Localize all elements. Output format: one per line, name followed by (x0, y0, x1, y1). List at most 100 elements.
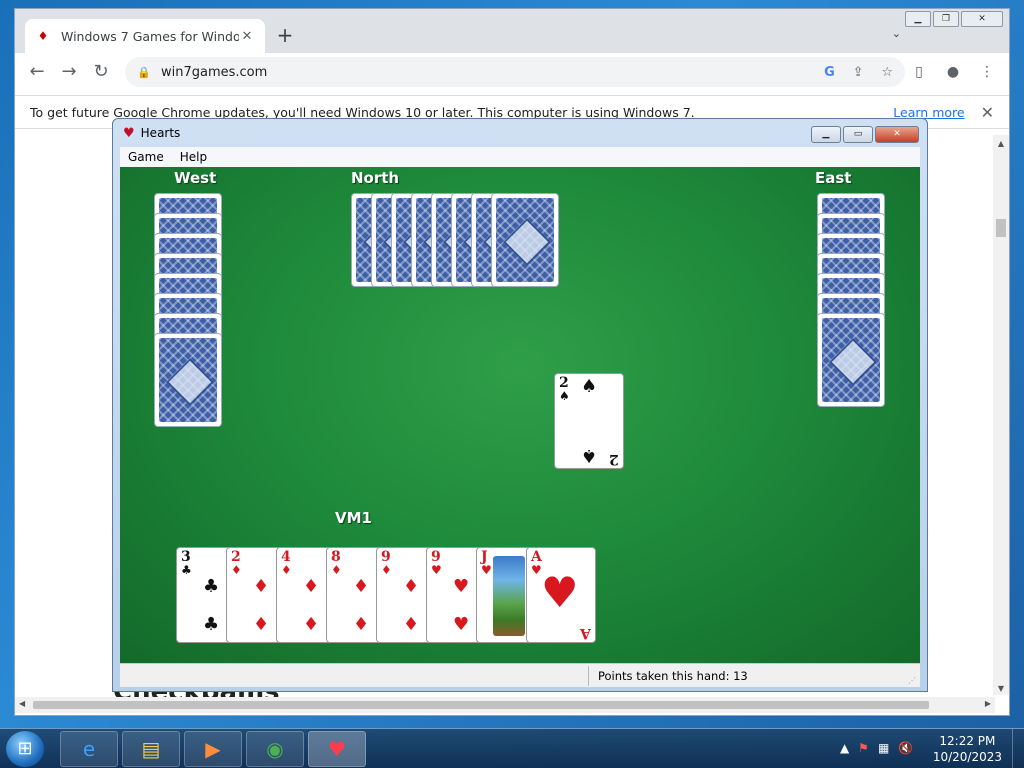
scroll-down-icon[interactable]: ▼ (993, 684, 1009, 693)
network-icon[interactable]: ▦ (878, 741, 889, 755)
tab-strip: ♦ Windows 7 Games for Windows ✕ + ⌄ ▁ ❐ … (15, 9, 1009, 53)
show-desktop-button[interactable] (1012, 729, 1024, 768)
horizontal-scrollbar[interactable]: ◀ ▶ (15, 697, 995, 713)
forward-icon[interactable]: → (53, 56, 85, 88)
action-center-icon[interactable]: ⚑ (858, 741, 869, 755)
suit-icon: ♦ (403, 576, 420, 597)
taskbar: ⊞ e ▤ ▶ ◉ ♥ ▲ ⚑ ▦ 🔇 12:22 PM 10/20/2023 (0, 728, 1024, 768)
system-tray: ▲ ⚑ ▦ 🔇 12:22 PM 10/20/2023 (834, 729, 1024, 768)
card-rank: 2 (231, 549, 241, 565)
scroll-up-icon[interactable]: ▲ (993, 139, 1009, 148)
card-rank: 2 (559, 375, 569, 391)
menu-game[interactable]: Game (120, 150, 172, 164)
scroll-thumb[interactable] (996, 219, 1006, 237)
card-rank-bottom: 2 (609, 451, 619, 467)
share-icon[interactable]: ⇪ (853, 65, 864, 80)
vertical-scrollbar[interactable]: ▲ ▼ (993, 135, 1009, 695)
volume-muted-icon[interactable]: 🔇 (898, 741, 913, 755)
card-rank-bottom: A (580, 625, 591, 641)
card-rank: 3 (181, 549, 191, 565)
clock[interactable]: 12:22 PM 10/20/2023 (933, 733, 1002, 765)
suit-icon: ♥ (481, 563, 492, 577)
suit-icon: ♦ (353, 576, 370, 597)
card-rank: 9 (431, 549, 441, 565)
clock-date: 10/20/2023 (932, 750, 1002, 764)
suit-icon: ♦ (303, 576, 320, 597)
menu-dots-icon[interactable]: ⋮ (975, 57, 999, 87)
close-tab-icon[interactable]: ✕ (239, 29, 255, 44)
player-north-label: North (351, 169, 400, 187)
spade-icon: ♠ (559, 389, 570, 403)
spade-icon: ♠ (581, 376, 598, 397)
browser-toolbar: ← → ↻ 🔒 win7games.com G ⇪ ☆ ▯ ● ⋮ (15, 53, 1009, 91)
hearts-statusbar: Points taken this hand: 13 ⋰ (120, 663, 920, 687)
suit-icon: ♦ (381, 563, 392, 577)
suit-icon: ♥ (453, 576, 470, 597)
hearts-taskbar-icon[interactable]: ♥ (308, 731, 366, 767)
jack-face-art (493, 556, 525, 636)
played-card-north: 2 ♠ ♠ ♠ 2 (554, 373, 624, 469)
internet-explorer-icon[interactable]: e (60, 731, 118, 767)
side-panel-icon[interactable]: ▯ (907, 57, 931, 87)
lock-icon: 🔒 (137, 65, 151, 79)
suit-icon: ♦ (253, 576, 270, 597)
close-infobar-icon[interactable]: ✕ (981, 103, 994, 122)
scroll-left-icon[interactable]: ◀ (19, 699, 25, 708)
clock-time: 12:22 PM (939, 734, 996, 748)
minimize-button[interactable]: ▁ (905, 11, 931, 27)
suit-icon: ♦ (281, 563, 292, 577)
menu-help[interactable]: Help (172, 150, 215, 164)
file-explorer-icon[interactable]: ▤ (122, 731, 180, 767)
hearts-app-icon: ♥ (123, 125, 135, 141)
hand-card[interactable]: A ♥ ♥ A (526, 547, 596, 643)
card-rank: 9 (381, 549, 391, 565)
start-button[interactable]: ⊞ (6, 731, 44, 767)
tab-search-icon[interactable]: ⌄ (892, 27, 901, 40)
hearts-maximize-button[interactable]: ▭ (843, 126, 873, 143)
hearts-title: Hearts (140, 126, 181, 140)
bookmark-star-icon[interactable]: ☆ (881, 65, 893, 80)
restore-button[interactable]: ❐ (933, 11, 959, 27)
card-rank: 4 (281, 549, 291, 565)
heart-icon: ♥ (541, 568, 579, 617)
address-bar[interactable]: 🔒 win7games.com G ⇪ ☆ (125, 57, 905, 87)
tab-title: Windows 7 Games for Windows (61, 28, 239, 44)
reload-icon[interactable]: ↻ (85, 56, 117, 88)
card-back (817, 313, 885, 407)
url-text: win7games.com (161, 64, 268, 80)
browser-tab[interactable]: ♦ Windows 7 Games for Windows ✕ (25, 19, 265, 53)
suit-icon: ♣ (203, 614, 220, 635)
back-icon[interactable]: ← (21, 56, 53, 88)
chrome-icon[interactable]: ◉ (246, 731, 304, 767)
suit-icon: ♦ (303, 614, 320, 635)
resize-grip-icon[interactable]: ⋰ (908, 676, 916, 685)
profile-icon[interactable]: ● (941, 57, 965, 87)
suit-icon: ♦ (353, 614, 370, 635)
game-table: West North East VM1 2 ♠ ♠ ♠ 2 3♣♣♣32♦♦♦2… (120, 167, 920, 663)
hearts-window-controls: ▁ ▭ ✕ (811, 126, 919, 143)
scroll-right-icon[interactable]: ▶ (985, 699, 991, 708)
suit-icon: ♦ (231, 563, 242, 577)
card-rank: J (481, 549, 488, 565)
hearts-titlebar[interactable]: ♥ Hearts (113, 119, 927, 147)
card-rank: A (531, 549, 542, 565)
suit-icon: ♣ (181, 563, 192, 577)
hearts-close-button[interactable]: ✕ (875, 126, 919, 143)
hearts-window: ♥ Hearts ▁ ▭ ✕ Game Help West North East… (112, 118, 928, 692)
show-hidden-icons-icon[interactable]: ▲ (840, 741, 849, 755)
favicon-icon: ♦ (37, 29, 49, 43)
hscroll-thumb[interactable] (33, 701, 929, 709)
card-rank: 8 (331, 549, 341, 565)
close-window-button[interactable]: ✕ (961, 11, 1003, 27)
chrome-window-controls: ▁ ❐ ✕ (905, 11, 1003, 27)
spade-icon: ♠ (581, 445, 598, 466)
suit-icon: ♦ (403, 614, 420, 635)
new-tab-button[interactable]: + (273, 23, 297, 47)
media-player-icon[interactable]: ▶ (184, 731, 242, 767)
hearts-minimize-button[interactable]: ▁ (811, 126, 841, 143)
card-back (491, 193, 559, 287)
points-status: Points taken this hand: 13 (598, 669, 748, 683)
suit-icon: ♣ (203, 576, 220, 597)
google-lens-icon[interactable]: G (824, 65, 835, 80)
hearts-menubar: Game Help (120, 147, 920, 167)
